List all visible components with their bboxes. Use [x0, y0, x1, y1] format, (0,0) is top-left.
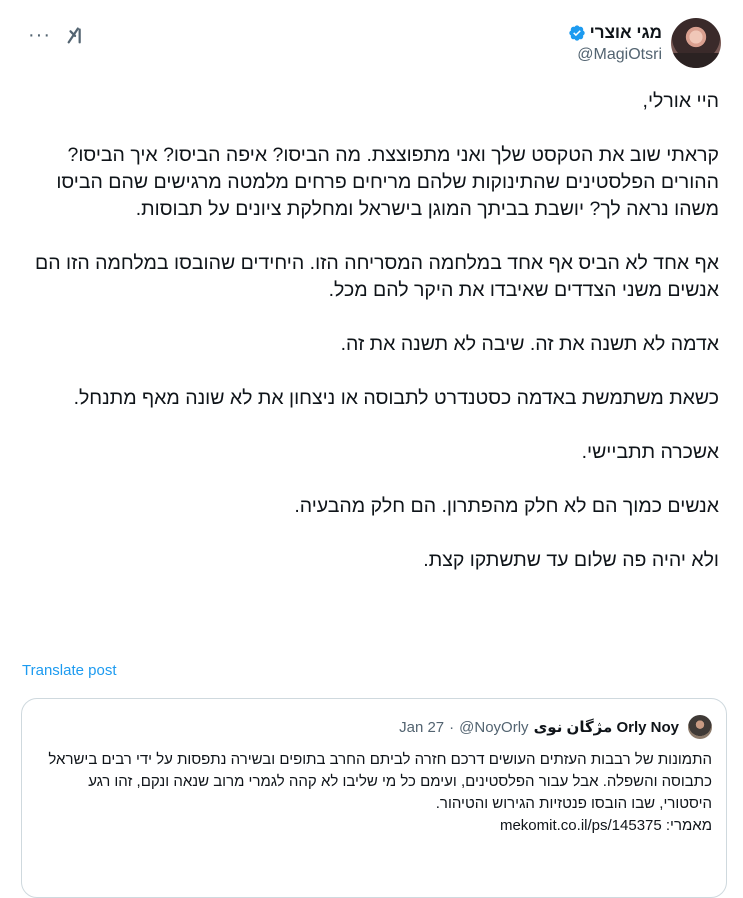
quoted-text-body: התמונות של רבבות העזתים העושים דרכם חזרה…	[48, 751, 712, 812]
author-block[interactable]: מגי אוצרי @MagiOtsri	[568, 18, 721, 68]
tweet-paragraph: אדמה לא תשנה את זה. שיבה לא תשנה את זה.	[340, 333, 719, 355]
quoted-post[interactable]: Orly Noy مژگان نوی @NoyOrly · Jan 27 התמ…	[21, 698, 727, 898]
author-avatar[interactable]	[671, 18, 721, 68]
quoted-post-date[interactable]: Jan 27	[399, 719, 444, 736]
grok-icon[interactable]	[65, 24, 87, 46]
tweet-text: היי אורלי, קראתי שוב את הטקסט שלך ואני מ…	[20, 88, 719, 601]
quoted-post-header: Orly Noy مژگان نوی @NoyOrly · Jan 27	[399, 715, 712, 739]
quoted-post-text: התמונות של רבבות העזתים העושים דרכם חזרה…	[36, 749, 712, 837]
tweet-paragraph: קראתי שוב את הטקסט שלך ואני מתפוצצת. מה …	[56, 144, 719, 220]
quoted-author-name[interactable]: Orly Noy مژگان نوی	[534, 718, 679, 736]
more-options-icon[interactable]: ···	[28, 25, 51, 45]
author-handle[interactable]: @MagiOtsri	[568, 46, 662, 64]
tweet-paragraph: אף אחד לא הביס אף אחד במלחמה המסריחה הזו…	[35, 252, 719, 301]
author-names: מגי אוצרי @MagiOtsri	[568, 22, 662, 64]
quoted-article-link[interactable]: mekomit.co.il/ps/145375	[500, 815, 662, 837]
verified-badge-icon	[568, 25, 585, 41]
tweet-header: מגי אוצרי @MagiOtsri ···	[0, 16, 743, 76]
tweet-paragraph: היי אורלי,	[642, 90, 719, 112]
tweet-paragraph: אשכרה תתביישי.	[581, 441, 719, 463]
quoted-author-handle[interactable]: @NoyOrly	[459, 719, 528, 736]
author-display-name[interactable]: מגי אוצרי	[590, 22, 662, 44]
quoted-author-avatar[interactable]	[688, 715, 712, 739]
header-actions: ···	[28, 24, 87, 46]
quoted-link-prefix: מאמרי:	[665, 817, 712, 834]
name-row: מגי אוצרי	[568, 22, 662, 44]
tweet-paragraph: ולא יהיה פה שלום עד שתשתקו קצת.	[423, 549, 719, 571]
translate-post-link[interactable]: Translate post	[22, 662, 117, 679]
tweet-paragraph: אנשים כמוך הם לא חלק מהפתרון. הם חלק מהב…	[294, 495, 719, 517]
tweet-paragraph: כשאת משתמשת באדמה כסטנדרט לתבוסה או ניצח…	[73, 387, 719, 409]
quoted-separator: ·	[449, 718, 455, 736]
